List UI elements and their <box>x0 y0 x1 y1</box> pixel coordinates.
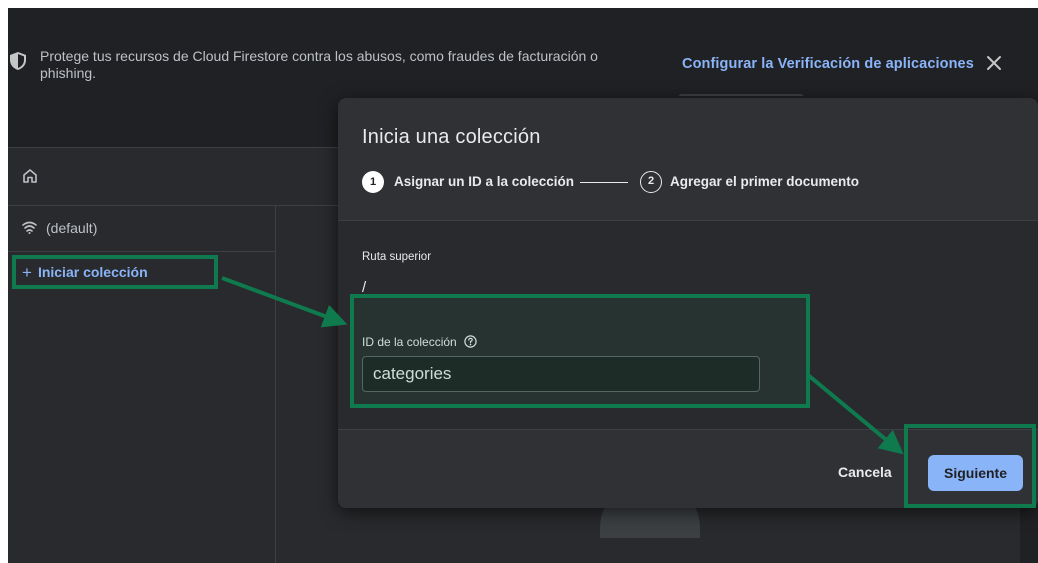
database-label: (default) <box>46 220 98 236</box>
collection-id-highlight <box>350 294 810 408</box>
step-1-number: 1 <box>362 171 384 193</box>
shield-icon <box>10 52 26 70</box>
dialog-title: Inicia una colección <box>362 126 541 148</box>
next-button-highlight <box>904 424 1036 508</box>
start-collection-highlight <box>12 255 218 289</box>
banner-message: Protege tus recursos de Cloud Firestore … <box>40 48 598 81</box>
cancel-button[interactable]: Cancela <box>838 464 892 480</box>
database-item[interactable]: (default) <box>8 206 276 252</box>
app-check-banner: Protege tus recursos de Cloud Firestore … <box>8 8 1038 102</box>
configure-app-check-link[interactable]: Configurar la Verificación de aplicacion… <box>682 56 974 72</box>
parent-path-label: Ruta superior <box>362 251 432 263</box>
database-icon <box>22 221 37 234</box>
app-frame: Protege tus recursos de Cloud Firestore … <box>8 8 1038 563</box>
step-2-number: 2 <box>640 171 662 193</box>
step-connector <box>580 182 628 183</box>
close-icon[interactable] <box>984 53 1004 73</box>
step-1-label: Asignar un ID a la colección <box>394 174 575 189</box>
home-icon[interactable] <box>22 168 38 184</box>
step-2-label: Agregar el primer documento <box>670 174 860 189</box>
stepper: 1 Asignar un ID a la colección 2 Agregar… <box>362 168 1002 194</box>
